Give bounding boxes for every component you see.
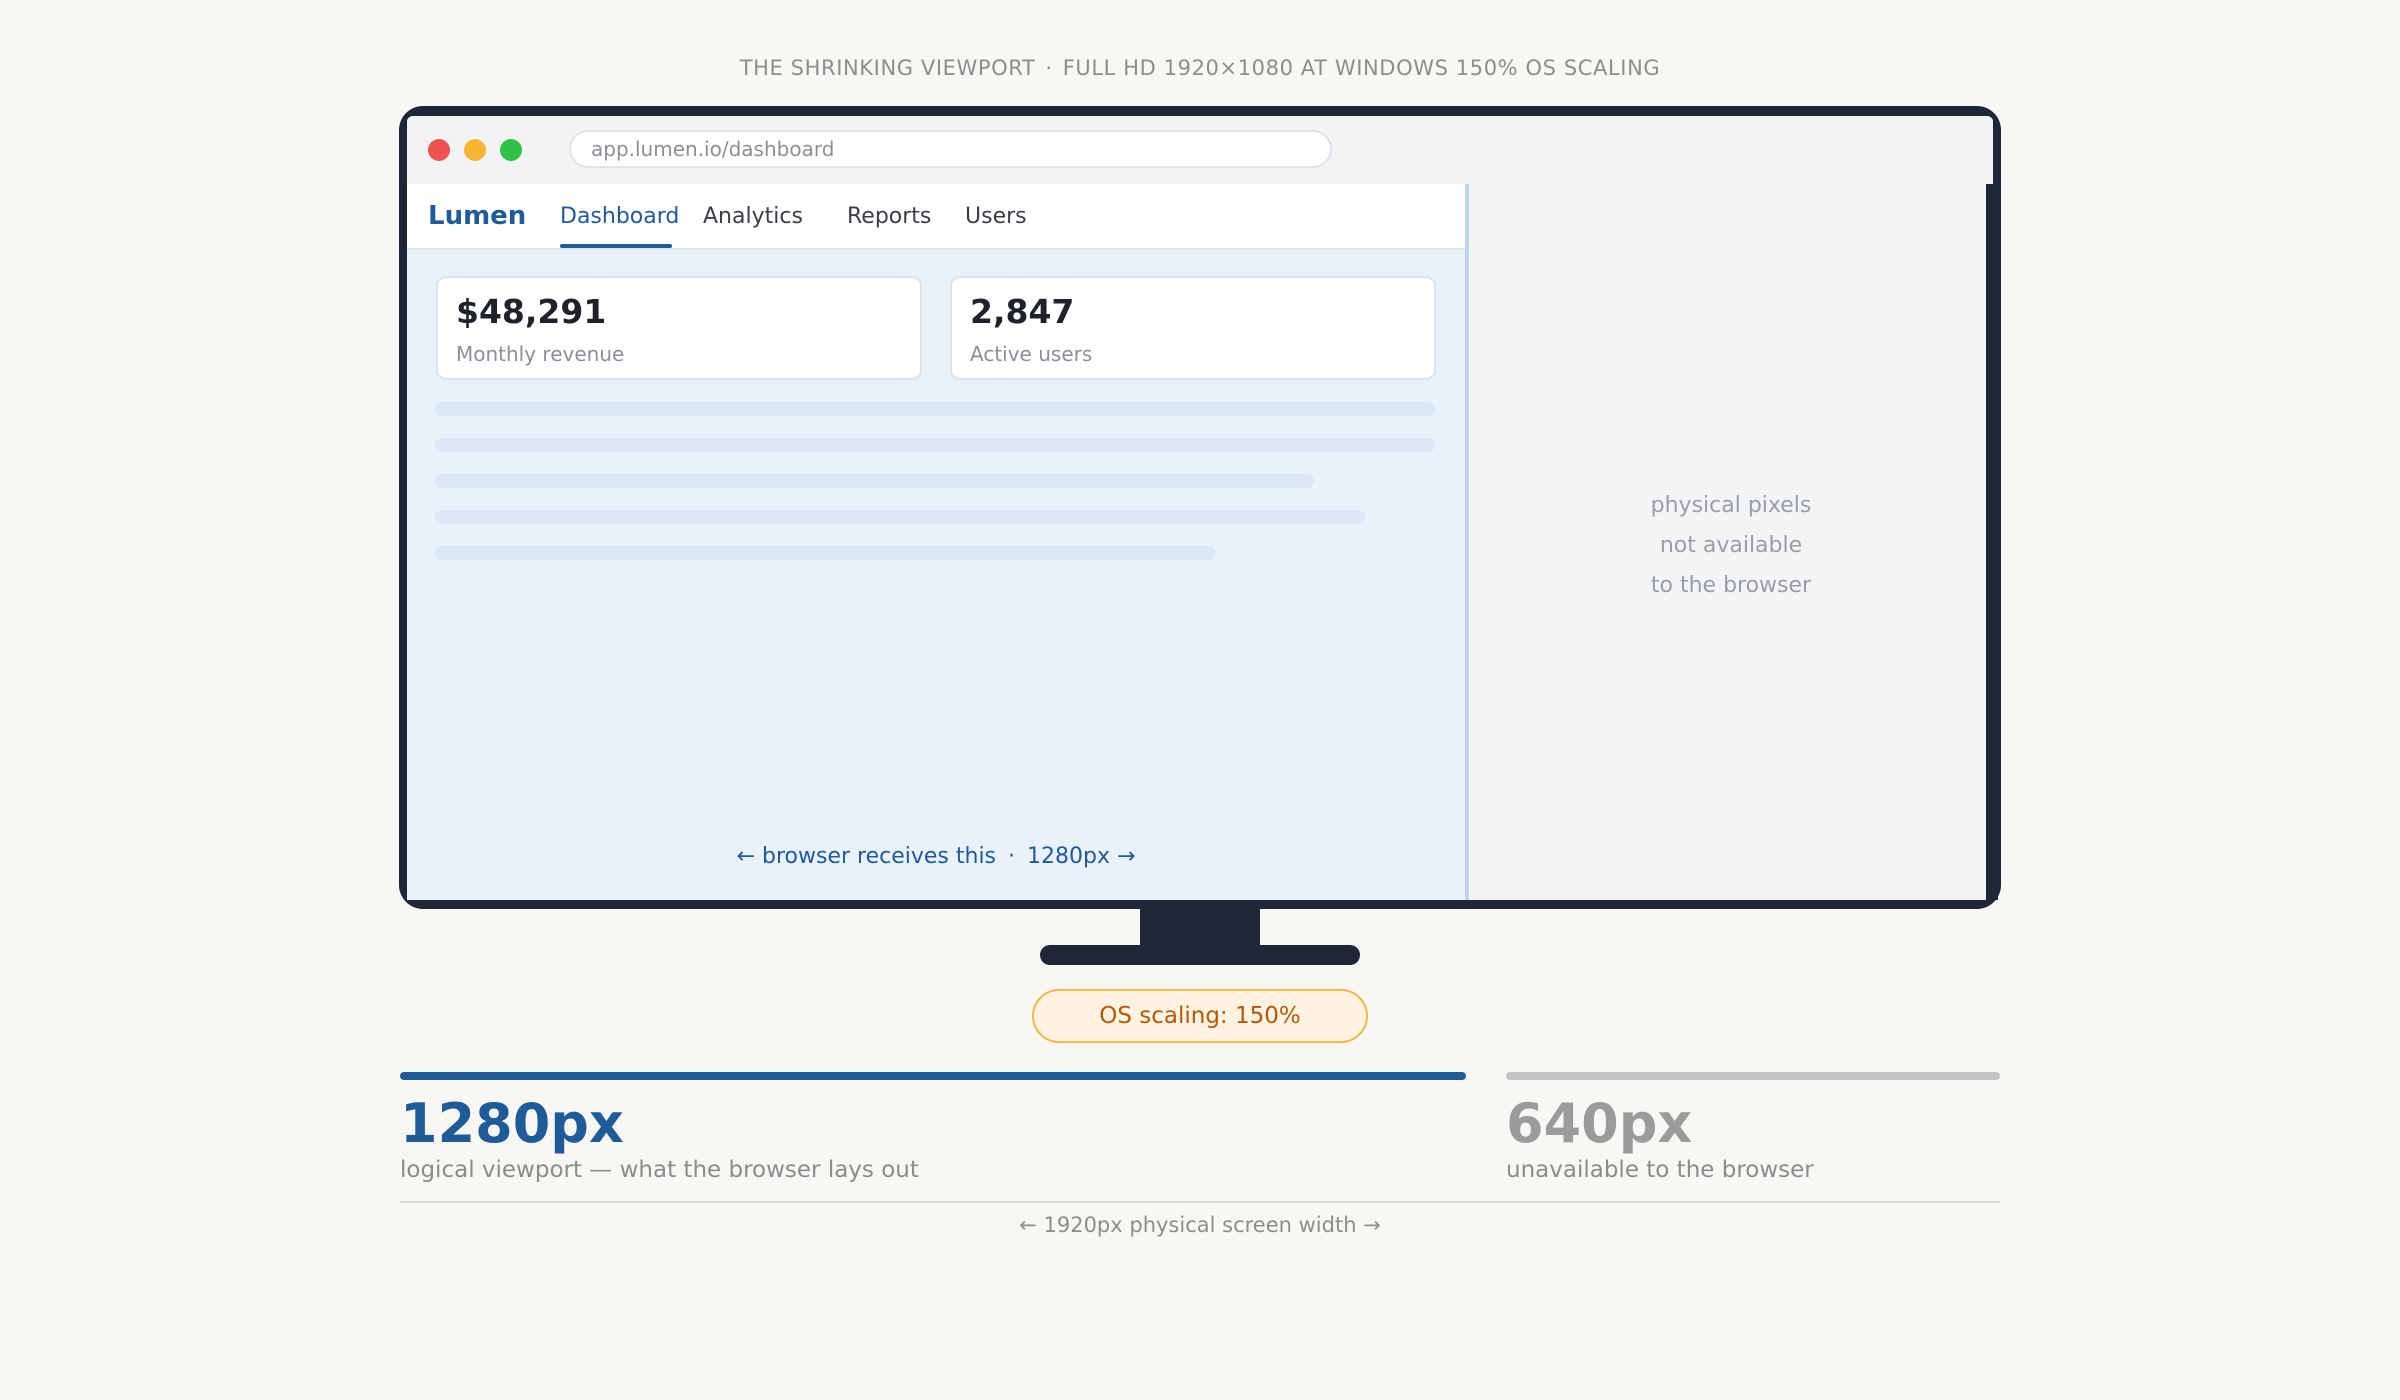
close-window-dot[interactable] <box>428 139 450 161</box>
skeleton-line <box>435 474 1314 488</box>
header-subtitle: FULL HD 1920×1080 AT WINDOWS 150% OS SCA… <box>1062 56 1661 80</box>
diagram-header: THE SHRINKING VIEWPORT · FULL HD 1920×1080… <box>0 56 2400 80</box>
app-navbar: Lumen Dashboard Analytics Reports Users <box>407 184 1465 250</box>
viewport-caption: ← browser receives this · 1280px → <box>407 844 1465 869</box>
revenue-label: Monthly revenue <box>456 342 625 366</box>
skeleton-line <box>435 546 1215 560</box>
caption-left: ← browser receives this <box>736 844 997 869</box>
unavailable-line-2: not available <box>1659 533 1803 558</box>
header-title: THE SHRINKING VIEWPORT <box>739 56 1036 80</box>
caption-separator: · <box>1008 844 1016 869</box>
active-users-value: 2,847 <box>970 292 1075 331</box>
unavailable-line-1: physical pixels <box>1650 493 1812 518</box>
skeleton-line <box>435 438 1435 452</box>
monitor-stand-neck <box>1140 908 1260 946</box>
tab-users[interactable]: Users <box>965 204 1027 229</box>
dashboard-content: $48,291 Monthly revenue 2,847 Active use… <box>407 250 1465 900</box>
physical-width-label: ← 1920px physical screen width → <box>1019 1213 1381 1237</box>
skeleton-line <box>435 510 1365 524</box>
unavailable-line-3: to the browser <box>1650 573 1812 598</box>
monitor-stand-base <box>1040 945 1360 965</box>
maximize-window-dot[interactable] <box>500 139 522 161</box>
active-users-label: Active users <box>970 342 1093 366</box>
minimize-window-dot[interactable] <box>464 139 486 161</box>
logical-width-value: 1280px <box>400 1092 624 1155</box>
unavailable-width-value: 640px <box>1506 1092 1693 1155</box>
app-brand[interactable]: Lumen <box>428 201 526 231</box>
logical-width-label: logical viewport — what the browser lays… <box>400 1157 919 1183</box>
header-separator: · <box>1045 56 1053 80</box>
unavailable-bar <box>1506 1072 2000 1080</box>
unavailable-width-label: unavailable to the browser <box>1506 1157 1814 1183</box>
logical-viewport-bar <box>400 1072 1466 1080</box>
caption-right: 1280px → <box>1027 844 1136 869</box>
monitor-bezel-right-edge <box>1986 184 1998 900</box>
active-tab-underline <box>560 244 672 248</box>
monitor-screen: app.lumen.io/dashboard Lumen Dashboard A… <box>407 116 1993 900</box>
unavailable-note: physical pixels not available to the bro… <box>1469 486 1993 606</box>
total-width-rule <box>400 1201 2000 1203</box>
revenue-value: $48,291 <box>456 292 607 331</box>
active-users-card: 2,847 Active users <box>950 276 1436 380</box>
skeleton-line <box>435 402 1435 416</box>
tab-reports[interactable]: Reports <box>847 204 931 229</box>
tab-analytics[interactable]: Analytics <box>703 204 803 229</box>
os-scaling-badge: OS scaling: 150% <box>1032 989 1368 1043</box>
tab-dashboard[interactable]: Dashboard <box>560 204 679 229</box>
browser-titlebar: app.lumen.io/dashboard <box>407 116 1993 184</box>
revenue-card: $48,291 Monthly revenue <box>436 276 922 380</box>
address-bar[interactable]: app.lumen.io/dashboard <box>569 130 1332 168</box>
